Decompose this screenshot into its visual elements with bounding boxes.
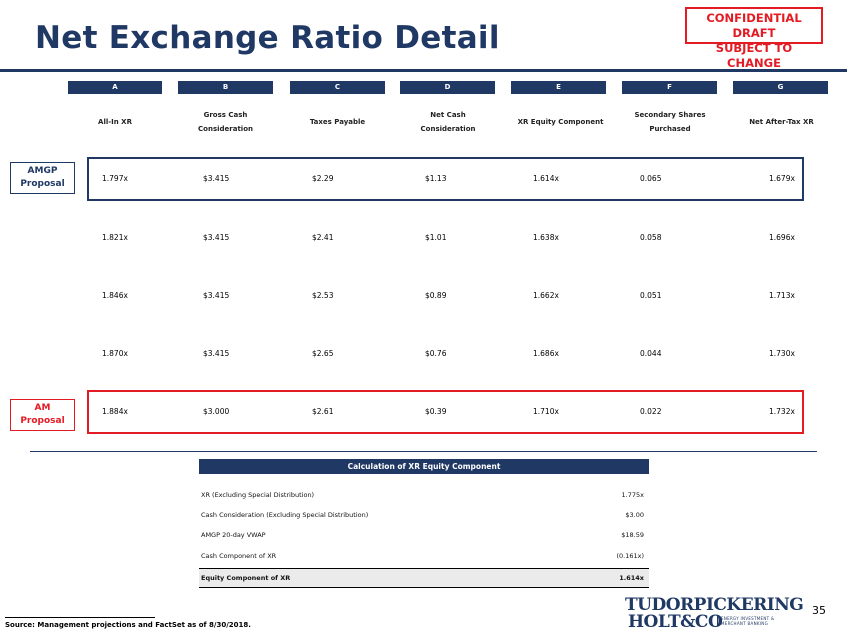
am-proposal-label: AM Proposal xyxy=(10,399,75,431)
col-letter-d: D xyxy=(400,81,495,94)
company-logo: TUDORPICKERING HOLT&CO ENERGY INVESTMENT… xyxy=(625,595,804,632)
calc-row-value: $18.59 xyxy=(621,531,644,539)
calc-row: Cash Component of XR (0.161x) xyxy=(199,547,649,567)
calc-row: XR (Excluding Special Distribution) 1.77… xyxy=(199,486,649,506)
table-cell: 1.638x xyxy=(533,233,559,242)
table-cell: 0.051 xyxy=(640,291,662,300)
table-cell: $3.415 xyxy=(203,233,230,242)
logo-tagline: ENERGY INVESTMENT & MERCHANT BANKING xyxy=(717,616,774,626)
table-cell: 1.797x xyxy=(102,174,128,183)
table-cell: 1.846x xyxy=(102,291,128,300)
page-title: Net Exchange Ratio Detail xyxy=(35,20,500,56)
source-note: Source: Management projections and FactS… xyxy=(5,621,251,629)
table-cell: $1.01 xyxy=(425,233,447,242)
col-letter-b: B xyxy=(178,81,273,94)
table-cell: 1.732x xyxy=(769,407,795,416)
calc-row: Cash Consideration (Excluding Special Di… xyxy=(199,506,649,526)
table-cell: 1.821x xyxy=(102,233,128,242)
table-cell: 1.710x xyxy=(533,407,559,416)
col-name-f: Secondary Shares Purchased xyxy=(634,111,706,133)
table-cell: $1.13 xyxy=(425,174,447,183)
confidential-line-1: CONFIDENTIAL DRAFT xyxy=(706,11,802,40)
table-cell: $0.76 xyxy=(425,349,447,358)
table-cell: 0.058 xyxy=(640,233,662,242)
table-cell: 1.662x xyxy=(533,291,559,300)
calc-row-value: $3.00 xyxy=(625,511,644,519)
col-name-d: Net Cash Consideration xyxy=(420,111,476,133)
table-cell: $2.41 xyxy=(312,233,334,242)
confidential-line-2: SUBJECT TO CHANGE xyxy=(715,41,793,70)
calc-row-value: 1.614x xyxy=(619,574,644,582)
col-letter-a: A xyxy=(68,81,162,94)
table-cell: $2.29 xyxy=(312,174,334,183)
col-letter-g: G xyxy=(733,81,828,94)
table-cell: $0.39 xyxy=(425,407,447,416)
table-cell: 0.044 xyxy=(640,349,662,358)
calc-row-label: AMGP 20-day VWAP xyxy=(201,531,266,539)
table-cell: 1.679x xyxy=(769,174,795,183)
table-cell: 0.022 xyxy=(640,407,662,416)
table-cell: 0.065 xyxy=(640,174,662,183)
calc-row-label: XR (Excluding Special Distribution) xyxy=(201,491,315,499)
col-name-a: All-In XR xyxy=(98,118,132,126)
table-cell: $3.000 xyxy=(203,407,230,416)
logo-line-2: HOLT&CO xyxy=(628,612,723,632)
table-cell: 1.713x xyxy=(769,291,795,300)
calc-table-title: Calculation of XR Equity Component xyxy=(199,459,649,474)
table-cell: 1.884x xyxy=(102,407,128,416)
amgp-proposal-label: AMGP Proposal xyxy=(10,162,75,194)
col-name-g: Net After-Tax XR xyxy=(749,118,814,126)
table-cell: 1.870x xyxy=(102,349,128,358)
section-divider xyxy=(30,451,817,452)
page-number: 35 xyxy=(812,604,826,617)
col-name-c: Taxes Payable xyxy=(309,118,366,126)
table-cell: 1.686x xyxy=(533,349,559,358)
table-cell: $2.65 xyxy=(312,349,334,358)
calc-row-value: (0.161x) xyxy=(616,552,644,560)
table-cell: $0.89 xyxy=(425,291,447,300)
calc-row-label: Cash Component of XR xyxy=(201,552,277,560)
col-letter-c: C xyxy=(290,81,385,94)
confidential-stamp: CONFIDENTIAL DRAFT SUBJECT TO CHANGE xyxy=(685,7,823,70)
table-cell: 1.614x xyxy=(533,174,559,183)
table-cell: $2.61 xyxy=(312,407,334,416)
logo-tagline-2: MERCHANT BANKING xyxy=(721,621,768,626)
col-letter-e: E xyxy=(511,81,606,94)
col-name-b: Gross Cash Consideration xyxy=(198,111,253,133)
calc-row: AMGP 20-day VWAP $18.59 xyxy=(199,526,649,546)
calc-row-label: Equity Component of XR xyxy=(201,574,291,582)
source-rule xyxy=(5,617,155,618)
table-cell: $2.53 xyxy=(312,291,334,300)
table-cell: $3.415 xyxy=(203,174,230,183)
table-cell: $3.415 xyxy=(203,349,230,358)
calc-row-total: Equity Component of XR 1.614x xyxy=(199,568,649,588)
col-name-e: XR Equity Component xyxy=(517,118,604,126)
calc-row-value: 1.775x xyxy=(621,491,644,499)
table-cell: 1.696x xyxy=(769,233,795,242)
table-cell: 1.730x xyxy=(769,349,795,358)
calc-row-label: Cash Consideration (Excluding Special Di… xyxy=(201,511,369,519)
table-cell: $3.415 xyxy=(203,291,230,300)
col-letter-f: F xyxy=(622,81,717,94)
